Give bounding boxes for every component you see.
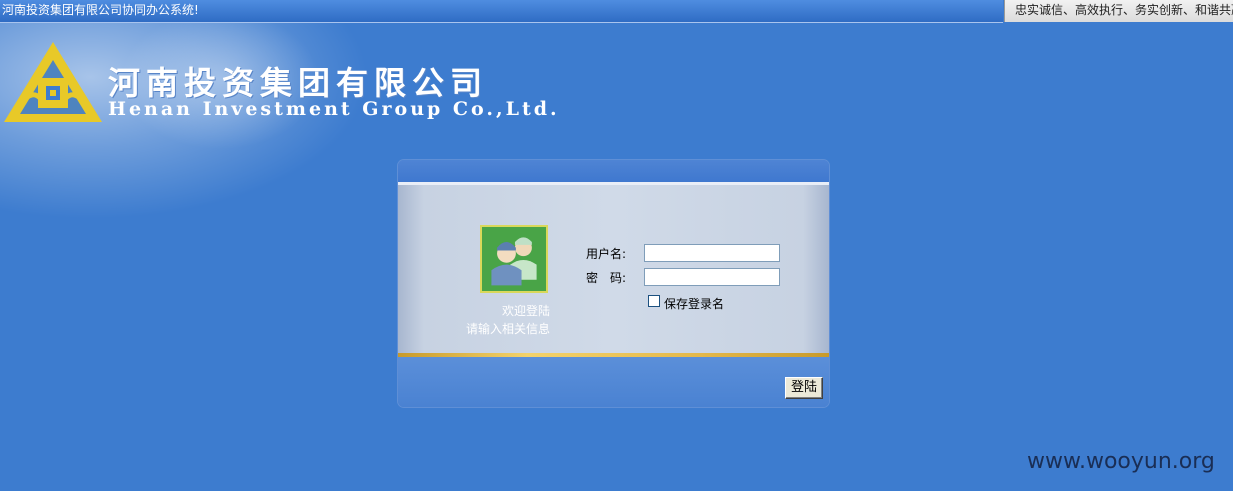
title-text: 河南投资集团有限公司协同办公系统! — [2, 3, 199, 17]
slogan-text: 忠实诚信、高效执行、务实创新、和谐共赢 — [1015, 3, 1233, 17]
remember-label: 保存登录名 — [664, 297, 725, 311]
title-bar: 河南投资集团有限公司协同办公系统! — [0, 0, 1003, 23]
panel-footer — [398, 357, 829, 407]
welcome-line-1: 欢迎登陆 — [501, 304, 550, 318]
watermark-text: www.wooyun.org — [1027, 449, 1215, 474]
company-name-en: Henan Investment Group Co.,Ltd. — [108, 98, 560, 120]
welcome-line-2: 请输入相关信息 — [465, 322, 550, 336]
slogan-marquee: 忠实诚信、高效执行、务实创新、和谐共赢 — [1004, 0, 1233, 22]
username-label: 用户名: — [586, 247, 627, 261]
welcome-text: 欢迎登陆 请输入相关信息 — [430, 302, 550, 338]
password-label: 密 码: — [586, 271, 627, 285]
panel-header — [398, 160, 829, 185]
username-input[interactable] — [644, 244, 780, 262]
users-icon — [480, 225, 548, 293]
login-button[interactable]: 登陆 — [785, 377, 823, 399]
company-logo — [4, 42, 102, 122]
remember-checkbox[interactable] — [648, 295, 660, 307]
password-input[interactable] — [644, 268, 780, 286]
